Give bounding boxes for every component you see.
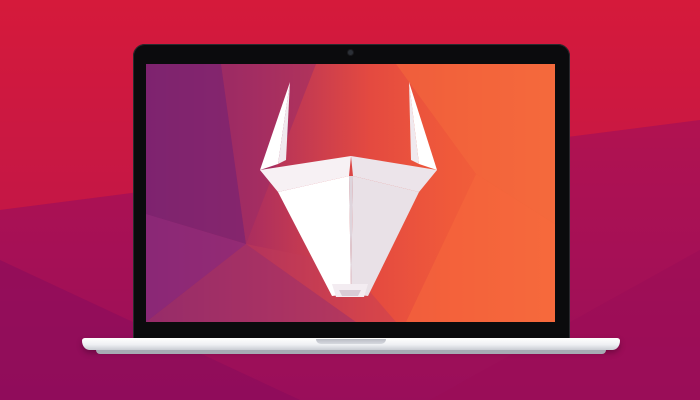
laptop-screen — [146, 64, 555, 322]
wallpaper — [146, 64, 555, 322]
laptop-opening-notch — [316, 339, 386, 344]
camera-icon — [348, 50, 353, 55]
laptop-base-shadow — [96, 350, 606, 354]
scene — [0, 0, 700, 400]
laptop — [0, 0, 700, 400]
